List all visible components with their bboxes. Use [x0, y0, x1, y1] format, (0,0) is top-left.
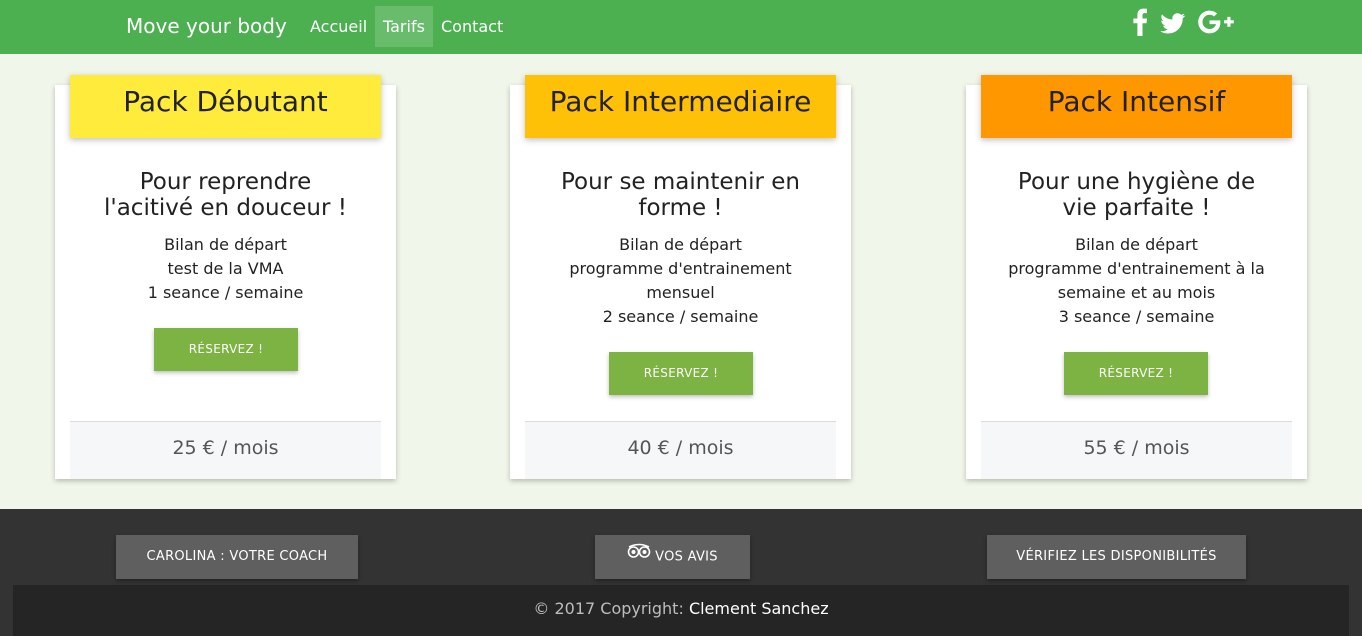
pack-card-intermediaire: Pack Intermediaire Pour se maintenir en …: [510, 75, 851, 479]
reserve-button[interactable]: RÉSERVEZ !: [1064, 352, 1208, 395]
pack-card-intensif: Pack Intensif Pour une hygiène de vie pa…: [966, 75, 1307, 479]
pack-features: Bilan de départ test de la VMA 1 seance …: [75, 233, 376, 305]
feature-item: 3 seance / semaine: [1058, 307, 1215, 326]
pack-subtitle: Pour se maintenir en forme !: [540, 169, 821, 221]
twitter-icon[interactable]: [1160, 8, 1186, 36]
nav-link-tarifs[interactable]: Tarifs: [375, 6, 433, 47]
pack-subtitle: Pour une hygiène de vie parfaite !: [996, 169, 1277, 221]
reserve-button[interactable]: RÉSERVEZ !: [154, 328, 298, 371]
brand-title[interactable]: Move your body: [126, 14, 287, 38]
pack-price: 25 € / mois: [70, 421, 381, 479]
feature-item: test de la VMA: [167, 259, 284, 278]
nav-link-contact[interactable]: Contact: [433, 6, 511, 47]
navbar: Move your body Accueil Tarifs Contact: [0, 0, 1362, 54]
feature-item: Bilan de départ: [1075, 235, 1198, 254]
check-availability-button[interactable]: VÉRIFIEZ LES DISPONIBILITÉS: [987, 535, 1246, 579]
reserve-button[interactable]: RÉSERVEZ !: [609, 352, 753, 395]
pack-subtitle-line: Pour une hygiène de: [1017, 169, 1256, 195]
pack-price: 55 € / mois: [981, 421, 1292, 479]
reviews-button-label: VOS AVIS: [655, 549, 718, 565]
feature-item: semaine et au mois: [1057, 283, 1216, 302]
reviews-button[interactable]: VOS AVIS: [595, 535, 750, 579]
feature-item: programme d'entrainement à la: [1008, 259, 1265, 278]
nav-link-accueil[interactable]: Accueil: [302, 6, 375, 47]
pack-subtitle-line: Pour se maintenir en: [560, 169, 800, 195]
pack-card-debutant: Pack Débutant Pour reprendre l'acitivé e…: [55, 75, 396, 479]
pack-subtitle-line: l'acitivé en douceur !: [104, 195, 347, 221]
page-footer: CAROLINA : VOTRE COACH VOS AVIS VÉRIFIEZ…: [0, 509, 1362, 636]
pack-title: Pack Intensif: [981, 75, 1292, 138]
feature-item: mensuel: [646, 283, 715, 302]
copyright-text: © 2017 Copyright:: [533, 599, 684, 618]
copyright-author-link[interactable]: Clement Sanchez: [689, 599, 829, 618]
feature-item: 1 seance / semaine: [147, 283, 304, 302]
pack-features: Bilan de départ programme d'entrainement…: [530, 233, 831, 329]
feature-item: programme d'entrainement: [569, 259, 792, 278]
pack-subtitle: Pour reprendre l'acitivé en douceur !: [85, 169, 366, 221]
facebook-icon[interactable]: [1133, 8, 1147, 36]
pack-subtitle-line: Pour reprendre: [139, 169, 312, 195]
copyright-bar: © 2017 Copyright: Clement Sanchez: [13, 585, 1349, 636]
pack-features: Bilan de départ programme d'entrainement…: [986, 233, 1287, 329]
pack-title: Pack Intermediaire: [525, 75, 836, 138]
google-plus-icon[interactable]: [1198, 8, 1234, 36]
feature-item: Bilan de départ: [619, 235, 742, 254]
pack-price: 40 € / mois: [525, 421, 836, 479]
tripadvisor-icon: [627, 533, 651, 577]
pack-subtitle-line: vie parfaite !: [1062, 195, 1211, 221]
pack-subtitle-line: forme !: [638, 195, 723, 221]
feature-item: 2 seance / semaine: [602, 307, 759, 326]
feature-item: Bilan de départ: [164, 235, 287, 254]
pack-title: Pack Débutant: [70, 75, 381, 138]
coach-button[interactable]: CAROLINA : VOTRE COACH: [116, 535, 358, 579]
